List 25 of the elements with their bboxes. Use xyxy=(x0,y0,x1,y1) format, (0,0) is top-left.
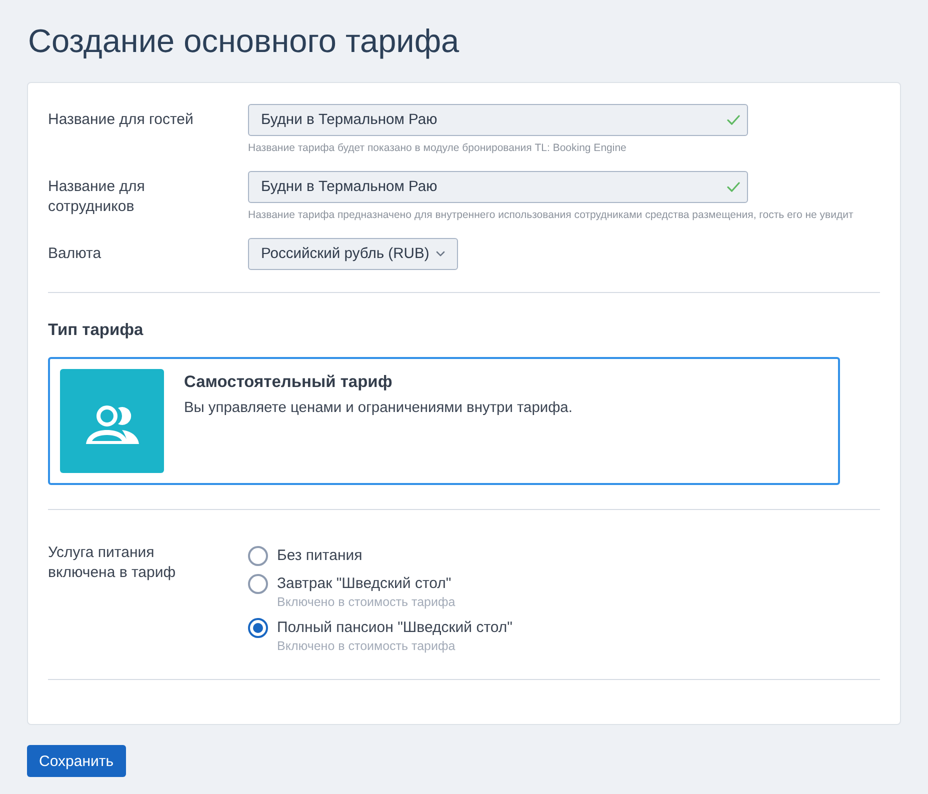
option-label[interactable]: Завтрак "Шведский стол" xyxy=(277,574,452,594)
field-label: Услуга питания включена в тариф xyxy=(48,543,177,583)
hint-text: Название тарифа будет показано в модуле бронирования TL: Booking Engine xyxy=(248,141,626,155)
field-label: Название для гостей xyxy=(48,110,194,130)
save-button[interactable]: Сохранить xyxy=(27,745,126,777)
hint-text: Название тарифа предназначено для внутреннего использования сотрудниками средства размещения, гость его не увидит xyxy=(248,208,854,222)
radio-button[interactable] xyxy=(248,618,268,638)
tariff-option-card[interactable]: Самостоятельный тариф Вы управляете ценами и ограничениями внутри тарифа. xyxy=(48,357,840,485)
option-label[interactable]: Полный пансион "Шведский стол" xyxy=(277,618,512,638)
option-note: Включено в стоимость тарифа xyxy=(277,594,456,610)
option-note: Включено в стоимость тарифа xyxy=(277,638,456,654)
people-icon xyxy=(60,369,164,473)
page-title: Создание основного тарифа xyxy=(28,22,460,61)
radio-button[interactable] xyxy=(248,546,268,566)
option-label[interactable]: Без питания xyxy=(277,546,362,566)
text-input[interactable]: Будни в Термальном Раю xyxy=(248,171,748,203)
option-description: Вы управляете ценами и ограничениями внутри тарифа. xyxy=(184,399,572,418)
field-label: Название для сотрудников xyxy=(48,177,146,217)
radio-button[interactable] xyxy=(248,574,268,594)
text-input[interactable]: Будни в Термальном Раю xyxy=(248,104,748,136)
field-label: Валюта xyxy=(48,244,102,264)
caret-icon xyxy=(436,251,446,257)
section-heading: Тип тарифа xyxy=(48,320,144,341)
option-title: Самостоятельный тариф xyxy=(184,372,392,393)
currency-dropdown[interactable]: Российский рубль (RUB) xyxy=(248,238,458,270)
